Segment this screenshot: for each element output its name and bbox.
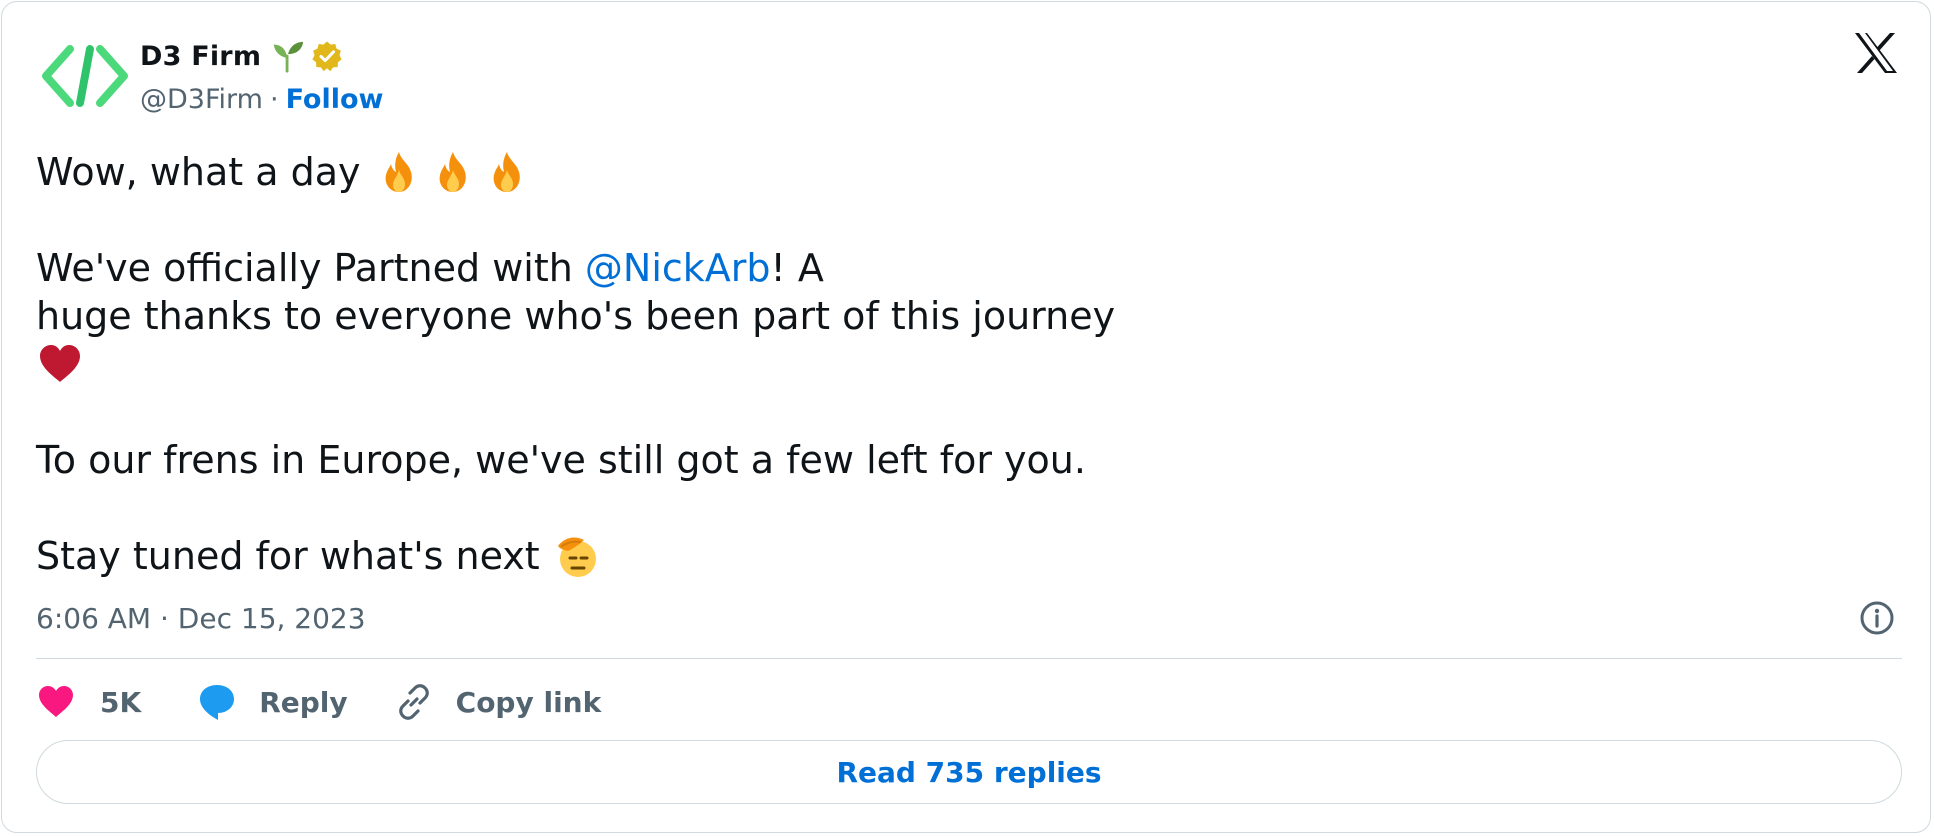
tweet-line-1-text: Wow, what a day [36,150,361,194]
tweet-line-1: Wow, what a day [36,148,1236,196]
author-display-name[interactable]: D3 Firm [140,41,261,72]
tweet-line-2-after: ! A [770,246,824,290]
tweet-line-3: huge thanks to everyone who's been part … [36,292,1236,340]
tweet-line-2-text: We've officially Partned with [36,246,585,290]
info-icon[interactable] [1859,600,1895,636]
copy-link-button[interactable]: Copy link [394,682,602,722]
tweet-line-4 [36,340,1236,388]
reply-label: Reply [259,685,348,719]
read-replies-button[interactable]: Read 735 replies [36,740,1902,804]
d3firm-avatar[interactable] [40,35,130,117]
tweet-line-2: We've officially Partned with @NickArb! … [36,244,1236,292]
fire-emoji-icon [493,152,520,192]
verified-badge-icon[interactable] [311,40,343,72]
tweet-line-6: Stay tuned for what's next [36,532,1236,580]
divider [36,658,1902,659]
timestamp-row: 6:06 AM · Dec 15, 2023 [36,598,366,638]
reply-bubble-icon [200,685,235,720]
heart-icon [39,686,73,717]
tweet-line-3-text: huge thanks to everyone who's been part … [36,294,1116,338]
mention-link[interactable]: @NickArb [585,244,771,292]
saluting-face-emoji-icon [557,537,596,577]
tweet-timestamp[interactable]: 6:06 AM · Dec 15, 2023 [36,602,366,635]
copy-link-label: Copy link [455,685,602,719]
tweet-line-5-text: To our frens in Europe, we've still got … [36,438,1086,482]
like-count: 5K [100,685,142,719]
action-bar: 5K Reply Copy link [36,678,601,726]
follow-button[interactable]: Follow [286,84,384,115]
link-icon [398,684,429,720]
sprout-icon [273,41,304,73]
tweet-card: D3 Firm @D3Firm · Follow Wow, what a day [1,1,1931,833]
x-logo-icon[interactable] [1853,31,1899,75]
author-name-row: D3 Firm [140,36,343,76]
reply-button[interactable]: Reply [197,682,348,722]
tweet-line-6-text: Stay tuned for what's next [36,534,540,578]
red-heart-emoji-icon [40,345,80,382]
tweet-text: Wow, what a day We've officially Partned… [36,148,1236,580]
separator-dot: · [269,83,279,115]
like-button[interactable]: 5K [36,682,141,722]
fire-emoji-icon [385,152,412,192]
fire-emoji-icon [439,152,466,192]
tweet-line-5: To our frens in Europe, we've still got … [36,436,1236,484]
author-handle-row: @D3Firm · Follow [140,80,383,118]
author-handle[interactable]: @D3Firm [140,84,263,115]
